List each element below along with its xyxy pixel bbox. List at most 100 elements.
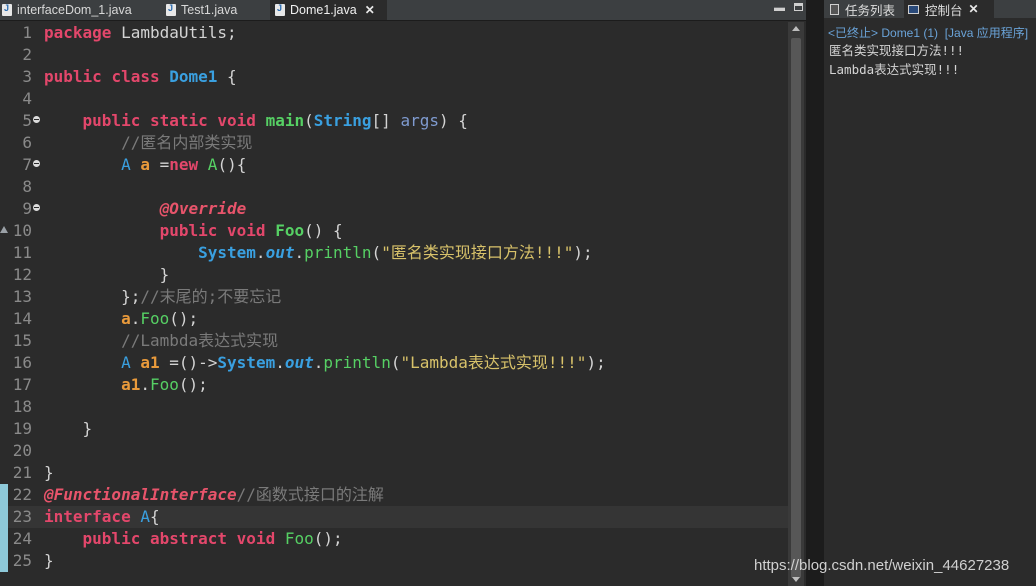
code-line[interactable]: 5 public static void main(String[] args)… [0, 110, 788, 132]
code-line[interactable]: 24 public abstract void Foo(); [0, 528, 788, 550]
code-token: public [44, 67, 102, 86]
code-text: public void Foo() { [44, 220, 343, 242]
code-token: A [207, 155, 218, 174]
code-text: a.Foo(); [44, 308, 198, 330]
code-token: A [140, 507, 150, 526]
fold-collapse-icon[interactable] [33, 204, 40, 211]
tab-label: 控制台 [925, 3, 963, 18]
tab-interfacedom-1-java[interactable]: interfaceDom_1.java [2, 0, 160, 20]
minimize-icon[interactable]: ▬ [774, 2, 786, 14]
fold-collapse-icon[interactable] [33, 116, 40, 123]
code-line[interactable]: 8 [0, 176, 788, 198]
java-file-icon [2, 3, 12, 16]
code-token: Foo [140, 309, 170, 328]
code-token: ( [371, 243, 382, 262]
code-line[interactable]: 20 [0, 440, 788, 462]
scroll-thumb[interactable] [791, 38, 801, 578]
tab-test1-java[interactable]: Test1.java [166, 0, 266, 20]
tab-tasks[interactable]: 任务列表 [830, 0, 902, 18]
code-area[interactable]: 1 package LambdaUtils; 2 3 public class Dome… [0, 22, 788, 586]
code-text: a1.Foo(); [44, 374, 208, 396]
code-line[interactable]: 9 @Override [0, 198, 788, 220]
close-tab-icon[interactable]: ✕ [969, 2, 979, 16]
pane-splitter[interactable] [806, 0, 824, 586]
code-line[interactable]: 7 A a =new A(){ [0, 154, 788, 176]
maximize-icon[interactable] [794, 3, 803, 11]
code-line[interactable]: 10 public void Foo() { [0, 220, 788, 242]
line-number: 7 [22, 155, 32, 174]
line-number: 23 [12, 507, 32, 526]
code-token: a [140, 155, 150, 174]
code-line[interactable]: 21} [0, 462, 788, 484]
code-token: args [400, 111, 439, 130]
code-token: { [217, 67, 237, 86]
tab-dome1-java[interactable]: Dome1.java ✕ [270, 0, 387, 20]
code-token: a [121, 309, 131, 328]
code-token: . [130, 309, 141, 328]
code-line[interactable]: 4 [0, 88, 788, 110]
code-token: main [265, 111, 305, 130]
code-token: abstract [149, 529, 228, 548]
code-text: public abstract void Foo(); [44, 528, 343, 550]
line-number: 6 [22, 133, 32, 152]
line-number: 14 [12, 309, 32, 328]
code-token: println [304, 243, 372, 262]
code-token: LambdaUtils; [111, 23, 237, 42]
tab-label: Dome1.java [290, 3, 357, 17]
line-number: 19 [12, 419, 32, 438]
code-token: new [169, 155, 199, 174]
code-token: } [44, 265, 170, 284]
code-line[interactable]: 25} [0, 550, 788, 572]
code-token: "Lambda表达式实现!!!" [400, 353, 587, 372]
code-line[interactable]: 3 public class Dome1 { [0, 66, 788, 88]
code-line[interactable]: 14 a.Foo(); [0, 308, 788, 330]
code-line[interactable]: 16 A a1 =()->System.out.println("Lambda表… [0, 352, 788, 374]
code-line[interactable]: 11 System.out.println("匿名类实现接口方法!!!"); [0, 242, 788, 264]
console-status-line: <已终止> Dome1 (1) [Java 应用程序] [828, 26, 1029, 40]
code-line[interactable]: 19 } [0, 418, 788, 440]
code-line[interactable]: 18 [0, 396, 788, 418]
code-line[interactable]: 1 package LambdaUtils; [0, 22, 788, 44]
code-token: }; [44, 287, 141, 306]
code-token: public [82, 529, 141, 548]
close-tab-icon[interactable]: ✕ [365, 3, 375, 17]
console-output-line: 匿名类实现接口方法!!! [829, 43, 965, 58]
code-text: };//末尾的;不要忘记 [44, 286, 281, 308]
code-text: A a =new A(){ [44, 154, 246, 176]
code-text: interface A{ [44, 506, 160, 528]
editor-vertical-scrollbar[interactable] [788, 22, 804, 586]
tab-console[interactable]: 控制台 ✕ [904, 0, 994, 18]
code-token: ) { [438, 111, 468, 130]
code-token: (); [169, 309, 199, 328]
code-line[interactable]: 17 a1.Foo(); [0, 374, 788, 396]
fold-collapse-icon[interactable] [33, 160, 40, 167]
code-token: Foo [149, 375, 179, 394]
line-number: 11 [12, 243, 32, 262]
code-token: . [313, 353, 324, 372]
editor-tab-bar: interfaceDom_1.java Test1.java Dome1.jav… [0, 0, 806, 21]
code-line[interactable]: 2 [0, 44, 788, 66]
code-line[interactable]: 13 };//末尾的;不要忘记 [0, 286, 788, 308]
code-line[interactable]: 23 interface A{ [0, 506, 788, 528]
code-line[interactable]: 6 //匿名内部类实现 [0, 132, 788, 154]
line-number: 4 [22, 89, 32, 108]
code-token: (){ [217, 155, 247, 174]
code-token: static [149, 111, 208, 130]
code-text: System.out.println("匿名类实现接口方法!!!"); [44, 242, 593, 264]
code-line[interactable]: 22 @FunctionalInterface//函数式接口的注解 [0, 484, 788, 506]
code-token: ); [586, 353, 606, 372]
code-token: A [121, 353, 131, 372]
scroll-up-arrow-icon[interactable] [792, 26, 800, 31]
code-line[interactable]: 15 //Lambda表达式实现 [0, 330, 788, 352]
scroll-down-arrow-icon[interactable] [792, 577, 800, 582]
code-line[interactable]: 12 } [0, 264, 788, 286]
